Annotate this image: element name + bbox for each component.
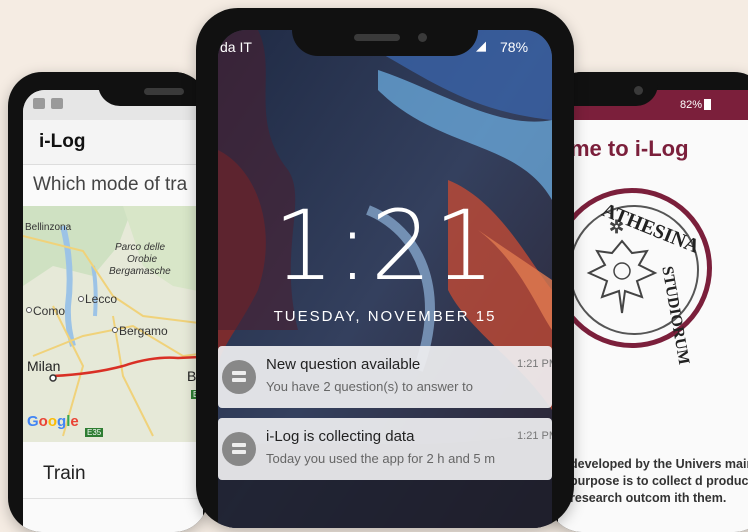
phone-notch [98, 72, 208, 106]
lock-screen: da IT ◎ ✱ ▼ ◢ 78% 1:21 TUESDAY, NOVEMBER… [218, 30, 552, 528]
right-phone: 82% me to i-Log ATHESINA STUDIORUM ✲ dev… [548, 72, 748, 532]
left-phone-screen: i-Log Which mode of tra Bellinzona Parco… [23, 90, 203, 532]
left-phone: i-Log Which mode of tra Bellinzona Parco… [8, 72, 208, 532]
carrier-name: da IT [220, 39, 252, 55]
battery-level: 82% [680, 99, 703, 111]
map-label: Orobie [127, 254, 158, 265]
status-icon [51, 98, 63, 109]
right-phone-screen: 82% me to i-Log ATHESINA STUDIORUM ✲ dev… [558, 90, 748, 532]
route-map[interactable]: Bellinzona Parco delle Orobie Bergamasch… [23, 206, 203, 442]
map-label: Como [33, 304, 66, 318]
speaker [354, 34, 400, 41]
question-text: Which mode of tra [33, 174, 188, 195]
google-logo: Google [27, 413, 79, 430]
status-icon [33, 98, 45, 109]
university-seal: ATHESINA STUDIORUM ✲ [558, 188, 712, 366]
lock-clock: 1:21 [273, 190, 497, 302]
app-description: developed by the Univers main purpose is… [570, 457, 748, 505]
map-label: Lecco [85, 292, 118, 306]
speaker [144, 88, 184, 95]
notification-title: New question available [266, 356, 421, 373]
battery-icon [704, 99, 711, 110]
notification-body: You have 2 question(s) to answer to [266, 379, 473, 394]
phone-notch [292, 8, 478, 56]
answer-option-train[interactable]: Train [23, 450, 203, 499]
front-camera [634, 86, 643, 95]
map-label: Parco delle [115, 242, 166, 253]
road-shield: E35 [85, 428, 104, 437]
ilog-app-icon [222, 432, 256, 466]
center-phone: da IT ◎ ✱ ▼ ◢ 78% 1:21 TUESDAY, NOVEMBER… [196, 8, 574, 528]
map-label: Bergamo [119, 324, 168, 338]
ilog-app-icon [222, 360, 256, 394]
battery-level: 78% [500, 39, 529, 55]
map-label: Bellinzona [25, 222, 72, 233]
notification-time: 1:21 PM [517, 430, 552, 442]
notification-collecting-data[interactable]: i-Log is collecting data Today you used … [218, 418, 552, 480]
notification-title: i-Log is collecting data [266, 428, 415, 445]
front-camera [418, 33, 427, 42]
signal-icon: ◢ [476, 38, 486, 53]
app-bar-title: i-Log [23, 120, 203, 165]
map-label: Bergamasche [109, 266, 171, 277]
map-graphic [23, 206, 203, 442]
welcome-title: me to i-Log [570, 136, 689, 161]
eagle-emblem-icon [586, 239, 658, 314]
notification-new-question[interactable]: New question available You have 2 questi… [218, 346, 552, 408]
notification-body: Today you used the app for 2 h and 5 m [266, 451, 496, 466]
lock-date: TUESDAY, NOVEMBER 15 [273, 308, 497, 325]
map-label: Milan [27, 358, 61, 374]
notification-time: 1:21 PM [517, 358, 552, 370]
